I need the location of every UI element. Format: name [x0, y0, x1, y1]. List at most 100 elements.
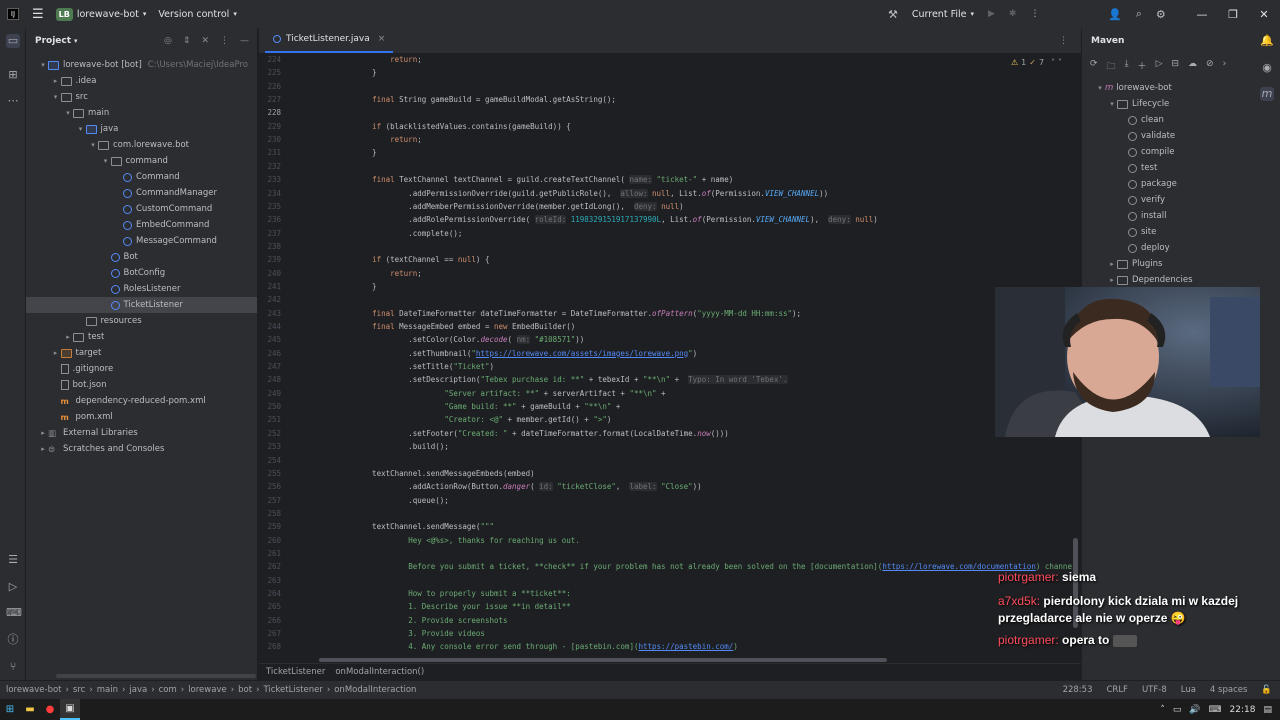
expand-all-icon[interactable]: ⇕: [183, 36, 191, 46]
code-line[interactable]: 3. Provide videos: [354, 629, 485, 638]
tree-item[interactable]: MessageCommand: [26, 233, 257, 249]
tree-item[interactable]: ▾ lorewave-bot [bot] C:\Users\Maciej\IdeaP…: [26, 57, 257, 73]
tree-item[interactable]: ▾ com.lorewave.bot: [26, 137, 257, 153]
code-line[interactable]: 4. Any console error send through - [pas…: [354, 642, 738, 651]
options-icon[interactable]: ⋮: [220, 36, 229, 46]
services-tool-icon[interactable]: ☰: [6, 553, 20, 567]
code-line[interactable]: final MessageEmbed embed = new EmbedBuil…: [354, 322, 575, 331]
close-tab-icon[interactable]: ×: [378, 34, 386, 44]
intellij-taskbar-icon[interactable]: ▣: [60, 699, 80, 720]
status-path-item[interactable]: java: [129, 685, 147, 695]
browser-icon[interactable]: ●: [40, 699, 60, 720]
code-line[interactable]: final String gameBuild = gameBuildModal.…: [354, 95, 616, 104]
more-tools-icon[interactable]: ⋯: [6, 94, 20, 108]
code-line[interactable]: How to properly submit a **ticket**:: [354, 589, 571, 598]
code-line[interactable]: "Creator: <@" + member.getId() + ">"): [354, 415, 611, 424]
maven-goal[interactable]: site: [1128, 224, 1156, 240]
tree-item[interactable]: bot.json: [26, 377, 257, 393]
tree-item[interactable]: Bot: [26, 249, 257, 265]
status-path-item[interactable]: lorewave-bot: [6, 685, 62, 695]
project-panel-header[interactable]: Project ▾ ◎ ⇕ ✕ ⋮ —: [26, 28, 257, 54]
maven-goal[interactable]: install: [1128, 208, 1166, 224]
tree-item[interactable]: ▾ command: [26, 153, 257, 169]
code-line[interactable]: .setDescription("Tebex purchase id: **" …: [354, 375, 788, 385]
tree-item[interactable]: Command: [26, 169, 257, 185]
hide-icon[interactable]: —: [240, 36, 249, 46]
chevron-down-icon[interactable]: ▾: [88, 141, 98, 149]
code-line[interactable]: .complete();: [354, 229, 462, 238]
locate-icon[interactable]: ◎: [164, 36, 172, 46]
tree-item[interactable]: ▸ ⊜ Scratches and Consoles: [26, 441, 257, 457]
tree-item[interactable]: TicketListener: [26, 297, 257, 313]
status-path-item[interactable]: lorewave: [188, 685, 227, 695]
tab-ticketlistener[interactable]: TicketListener.java ×: [265, 27, 394, 53]
maven-goal[interactable]: clean: [1128, 112, 1164, 128]
tree-item[interactable]: m dependency-reduced-pom.xml: [26, 393, 257, 409]
tree-item[interactable]: ▾ main: [26, 105, 257, 121]
code-line[interactable]: }: [354, 282, 377, 291]
code-line[interactable]: .setFooter("Created: " + dateTimeFormatt…: [354, 429, 729, 438]
code-line[interactable]: }: [354, 68, 377, 77]
project-switcher[interactable]: LB lorewave-bot ▾: [50, 0, 153, 28]
breadcrumb-method[interactable]: onModalInteraction(): [335, 667, 424, 677]
maven-goal[interactable]: package: [1128, 176, 1177, 192]
tree-item[interactable]: ▸ ▥ External Libraries: [26, 425, 257, 441]
chevron-down-icon[interactable]: ▾: [76, 125, 86, 133]
clock[interactable]: 22:18: [1230, 705, 1256, 715]
code-line[interactable]: .addPermissionOverride(guild.getPublicRo…: [354, 188, 828, 198]
maximize-button[interactable]: ❐: [1217, 0, 1249, 28]
chevron-down-icon[interactable]: ▾: [51, 93, 61, 101]
code-line[interactable]: return;: [354, 269, 422, 278]
code-line[interactable]: .build();: [354, 442, 449, 451]
code-line[interactable]: "Game build: **" + gameBuild + "**\n" +: [354, 402, 620, 411]
code-line[interactable]: textChannel.sendMessageEmbeds(embed): [354, 469, 535, 478]
language-icon[interactable]: ⌨: [1209, 705, 1222, 715]
chevron-right-icon[interactable]: ›: [1223, 59, 1227, 75]
code-line[interactable]: return;: [354, 55, 422, 64]
status-path-item[interactable]: src: [73, 685, 85, 695]
offline-icon[interactable]: ☁: [1188, 59, 1197, 75]
tree-item[interactable]: ▾ src: [26, 89, 257, 105]
tree-item[interactable]: CustomCommand: [26, 201, 257, 217]
reload-icon[interactable]: ⟳: [1090, 59, 1098, 75]
maven-dependencies[interactable]: ▸ Dependencies: [1107, 272, 1192, 288]
toggle-icon[interactable]: ⊟: [1171, 59, 1179, 75]
code-line[interactable]: 2. Provide screenshots: [354, 616, 507, 625]
code-line[interactable]: .setThumbnail("https://lorewave.com/asse…: [354, 349, 697, 358]
code-line[interactable]: .addRolePermissionOverride( roleId: 1198…: [354, 215, 878, 225]
code-line[interactable]: .queue();: [354, 496, 449, 505]
search-icon[interactable]: ⌕: [1136, 7, 1142, 21]
structure-tool-icon[interactable]: ⊞: [6, 68, 20, 82]
tree-item[interactable]: m pom.xml: [26, 409, 257, 425]
run-config-selector[interactable]: Current File ▾: [912, 0, 974, 28]
windows-start-icon[interactable]: ⊞: [0, 699, 20, 720]
tree-item[interactable]: ▾ java: [26, 121, 257, 137]
status-path-item[interactable]: com: [159, 685, 177, 695]
code-line[interactable]: .setTitle("Ticket"): [354, 362, 494, 371]
tree-item[interactable]: BotConfig: [26, 265, 257, 281]
chevron-right-icon[interactable]: ▸: [51, 77, 61, 85]
status-path-item[interactable]: bot: [238, 685, 252, 695]
chevron-right-icon[interactable]: ▸: [51, 349, 61, 357]
code-line[interactable]: 1. Describe your issue **in detail**: [354, 602, 571, 611]
indent-setting[interactable]: 4 spaces: [1210, 685, 1247, 695]
code-area[interactable]: return; } final String gameBuild = gameB…: [354, 55, 1079, 655]
run-icon[interactable]: ▶: [988, 9, 995, 19]
add-icon[interactable]: ＋: [1138, 59, 1147, 75]
project-horizontal-scrollbar[interactable]: [56, 674, 256, 678]
code-line[interactable]: return;: [354, 135, 422, 144]
line-separator[interactable]: CRLF: [1106, 685, 1127, 695]
chevron-down-icon[interactable]: ▾: [63, 109, 73, 117]
ai-assistant-icon[interactable]: ◉: [1260, 61, 1274, 75]
run-icon[interactable]: ▷: [1156, 59, 1163, 75]
status-path-item[interactable]: onModalInteraction: [334, 685, 416, 695]
breadcrumb-class[interactable]: TicketListener: [266, 667, 325, 677]
code-line[interactable]: final TextChannel textChannel = guild.cr…: [354, 175, 733, 185]
tree-item[interactable]: RolesListener: [26, 281, 257, 297]
terminal-tool-icon[interactable]: ⌨: [6, 606, 22, 620]
lock-icon[interactable]: 🔓: [1261, 685, 1272, 695]
tab-options-icon[interactable]: ⋮: [1059, 36, 1068, 46]
debug-icon[interactable]: ✱: [1009, 9, 1017, 19]
chevron-right-icon[interactable]: ▸: [63, 333, 73, 341]
tree-item[interactable]: ▸ test: [26, 329, 257, 345]
